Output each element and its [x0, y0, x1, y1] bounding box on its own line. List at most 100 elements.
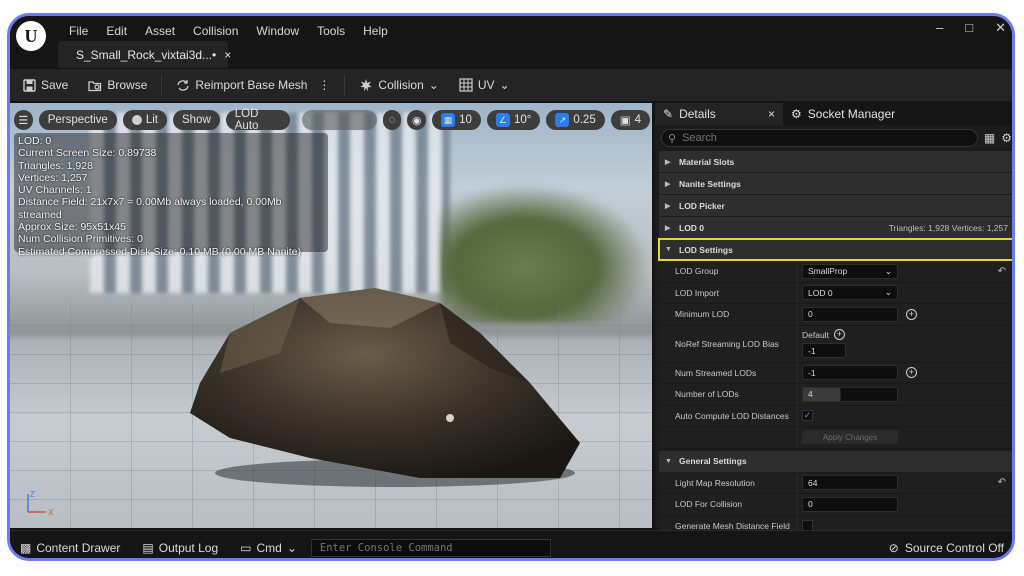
chevron-down-icon: ⌄: [499, 78, 510, 92]
minimum-lod-field[interactable]: 0: [802, 306, 898, 322]
reimport-icon: [176, 78, 190, 92]
rock-mesh[interactable]: [160, 273, 590, 488]
browse-button[interactable]: Browse: [80, 74, 155, 96]
transform-tools-pill[interactable]: [302, 110, 377, 130]
stat-line: Vertices: 1,257: [18, 171, 88, 184]
asset-tab-close-icon[interactable]: ×: [224, 48, 231, 62]
section-general-settings[interactable]: ▼ General Settings: [659, 450, 1012, 472]
section-lod-0[interactable]: ▶ LOD 0 Triangles: 1,928 Vertices: 1,257: [659, 217, 1012, 238]
prop-value: 0: [797, 494, 1012, 515]
details-search-row: ⚲ ▦ ⚙: [655, 125, 1012, 151]
expand-arrow-icon: ▶: [665, 180, 671, 188]
collision-label: Collision: [378, 78, 424, 92]
expand-arrow-icon: ▶: [665, 202, 671, 210]
reset-arrow-icon[interactable]: ↶: [998, 477, 1006, 488]
surface-snapping-icon[interactable]: ◌: [382, 110, 402, 130]
settings-gear-icon[interactable]: ⚙: [1001, 131, 1012, 145]
reimport-button[interactable]: Reimport Base Mesh ⋮: [168, 74, 338, 96]
expand-arrow-icon: ▶: [665, 224, 671, 232]
prop-value: -1 +: [797, 362, 1012, 383]
asset-tab[interactable]: S_Small_Rock_vixtai3d...• ×: [58, 41, 231, 68]
add-platform-override-icon[interactable]: +: [906, 367, 917, 379]
lit-sphere-icon: [131, 115, 142, 125]
search-input[interactable]: [682, 132, 903, 144]
menu-asset[interactable]: Asset: [136, 20, 184, 42]
menu-help[interactable]: Help: [354, 20, 397, 42]
show-button[interactable]: Show: [172, 110, 220, 130]
save-button[interactable]: Save: [14, 74, 76, 96]
menu-bar: File Edit Asset Collision Window Tools H…: [60, 20, 397, 42]
prop-label: Light Map Resolution: [675, 477, 755, 488]
rotation-snap-button[interactable]: ∠ 10°: [486, 110, 541, 130]
scale-snap-value: 0.25: [573, 114, 596, 126]
prop-label: NoRef Streaming LOD Bias: [675, 338, 779, 349]
add-platform-override-icon[interactable]: +: [906, 308, 917, 320]
details-scrollbar[interactable]: [1013, 171, 1015, 371]
expand-arrow-icon: ▶: [665, 158, 671, 166]
reset-arrow-icon[interactable]: ↶: [998, 266, 1006, 277]
viewport-menu-icon[interactable]: ☰: [14, 110, 33, 130]
reimport-options-icon[interactable]: ⋮: [318, 78, 330, 92]
stat-line: Current Screen Size: 0.89738: [18, 147, 157, 160]
details-search: ⚲: [661, 129, 978, 147]
camera-speed-value: 4: [634, 114, 642, 126]
console-input[interactable]: [319, 541, 548, 554]
unreal-logo-icon[interactable]: U: [16, 21, 46, 51]
add-platform-override-icon[interactable]: +: [833, 329, 845, 340]
scale-snap-button[interactable]: ↗ 0.25: [546, 110, 605, 130]
3d-viewport[interactable]: ☰ Perspective Lit Show LOD Auto ◌ ◉ ▦ 10…: [10, 103, 652, 528]
section-lod-settings[interactable]: ▼ LOD Settings: [658, 238, 1012, 261]
lod-for-collision-field[interactable]: 0: [802, 496, 898, 512]
toolbar-divider: [161, 75, 163, 95]
menu-collision[interactable]: Collision: [184, 20, 247, 42]
auto-compute-checkbox[interactable]: ✓: [802, 410, 813, 422]
lit-button[interactable]: Lit: [122, 110, 167, 130]
output-log-button[interactable]: ▤ Output Log: [134, 541, 226, 555]
prop-label: Number of LODs: [675, 389, 739, 400]
section-nanite-settings[interactable]: ▶ Nanite Settings: [659, 173, 1012, 194]
stat-line: LOD: 0: [18, 135, 52, 147]
noref-bias-field[interactable]: -1: [802, 343, 846, 358]
section-title: General Settings: [679, 456, 747, 466]
menu-window[interactable]: Window: [247, 20, 308, 42]
prop-label: Minimum LOD: [675, 309, 730, 320]
section-lod-picker[interactable]: ▶ LOD Picker: [659, 195, 1012, 216]
tab-details[interactable]: ✎ Details ×: [655, 103, 783, 125]
tab-socket-manager[interactable]: ⚙ Socket Manager: [783, 103, 903, 125]
perspective-button[interactable]: Perspective: [38, 110, 117, 130]
save-icon: [22, 78, 36, 92]
light-map-resolution-field[interactable]: 64: [802, 475, 898, 491]
collision-icon: [359, 78, 373, 92]
menu-tools[interactable]: Tools: [308, 20, 354, 42]
section-material-slots[interactable]: ▶ Material Slots: [659, 151, 1012, 172]
default-label: Default: [802, 329, 829, 340]
browse-folder-icon: [88, 78, 102, 92]
collision-menu-button[interactable]: Collision ⌄: [351, 74, 446, 96]
uv-menu-button[interactable]: UV ⌄: [451, 74, 518, 96]
num-streamed-lods-field[interactable]: -1: [802, 365, 898, 381]
source-control-button[interactable]: ⊘ Source Control Off: [889, 541, 1004, 555]
table-view-icon[interactable]: ▦: [984, 131, 995, 145]
lod-import-dropdown[interactable]: LOD 0 ⌄: [802, 285, 898, 301]
perspective-label: Perspective: [47, 114, 108, 126]
apply-changes-button[interactable]: Apply Changes: [802, 430, 898, 445]
prop-value: Apply Changes: [797, 427, 1012, 448]
menu-file[interactable]: File: [60, 20, 97, 42]
cmd-button[interactable]: ▭ Cmd ⌄: [232, 541, 305, 555]
grid-snap-button[interactable]: ▦ 10: [432, 110, 481, 130]
tab-details-close-icon[interactable]: ×: [768, 107, 775, 121]
lod-button[interactable]: LOD Auto: [225, 108, 291, 132]
menu-edit[interactable]: Edit: [97, 20, 136, 42]
camera-speed-button[interactable]: ▣ 4: [610, 110, 651, 130]
world-local-icon[interactable]: ◉: [407, 110, 427, 130]
editor-window: U File Edit Asset Collision Window Tools…: [7, 13, 1015, 561]
reimport-label: Reimport Base Mesh: [195, 78, 308, 92]
minimize-icon[interactable]: –: [936, 20, 943, 36]
content-drawer-button[interactable]: ▩ Content Drawer: [12, 541, 128, 555]
number-of-lods-field[interactable]: 4: [802, 386, 898, 402]
close-window-icon[interactable]: ✕: [995, 20, 1006, 36]
maximize-icon[interactable]: □: [965, 20, 973, 36]
lod-group-dropdown[interactable]: SmallProp ⌄: [802, 263, 898, 279]
lod0-stats: Triangles: 1,928 Vertices: 1,257: [888, 222, 1008, 233]
collapse-arrow-icon: ▼: [665, 457, 672, 465]
